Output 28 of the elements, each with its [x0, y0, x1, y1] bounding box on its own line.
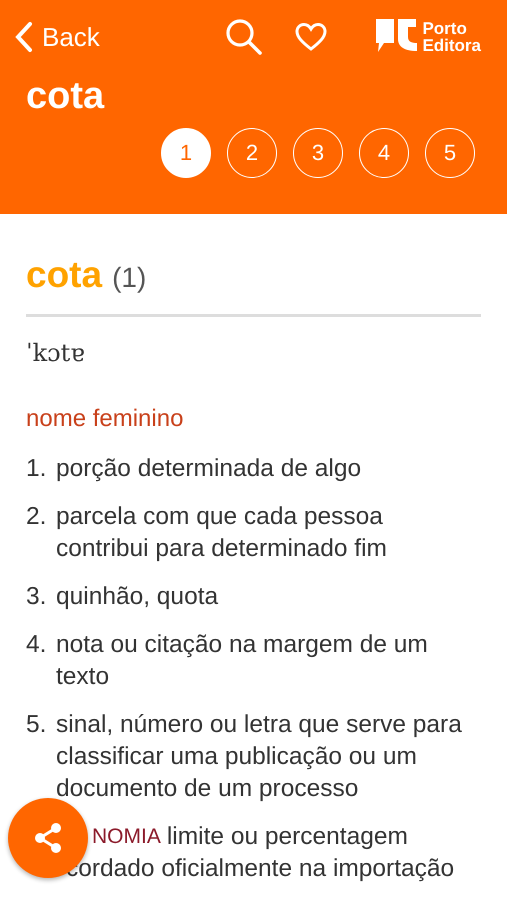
definition-text: limite ou percentagem	[166, 822, 408, 852]
headword: cota	[26, 254, 102, 296]
definition-text: quinhão, quota	[56, 582, 218, 612]
definition-text: parcela com que cada pessoa contribui para determinado fim	[56, 502, 388, 564]
sense-tab[interactable]: 4	[359, 128, 409, 178]
definition-text: nota ou citação na margem de um texto	[56, 630, 429, 692]
chevron-left-icon	[14, 21, 34, 53]
homograph-number: (1)	[112, 262, 146, 294]
back-button[interactable]: Back	[14, 21, 100, 53]
sense-tab[interactable]: 2	[227, 128, 277, 178]
definition-number: 3.	[26, 582, 48, 612]
part-of-speech: nome feminino	[26, 405, 184, 433]
definition-number: 2.	[26, 502, 48, 532]
logo-text: Porto	[422, 20, 468, 37]
word-title: cota	[26, 74, 106, 118]
domain-label: NOMIA	[92, 824, 161, 850]
heart-icon[interactable]	[294, 22, 328, 52]
definition-number: 5.	[26, 710, 48, 740]
pronunciation: ˈkɔtɐ	[26, 339, 86, 367]
sense-tab[interactable]: 5	[425, 128, 475, 178]
definition-text: porção determinada de algo	[56, 454, 362, 484]
definition-text: sinal, número ou letra que serve para classificar uma publicação ou um documento de um processo	[56, 710, 463, 804]
sense-tab[interactable]: 3	[293, 128, 343, 178]
definition-number: 4.	[26, 630, 48, 660]
definition-number: 1.	[26, 454, 48, 484]
sense-tab[interactable]: 1	[161, 128, 211, 178]
logo-text: Editora	[422, 37, 481, 54]
search-icon[interactable]	[224, 17, 264, 57]
